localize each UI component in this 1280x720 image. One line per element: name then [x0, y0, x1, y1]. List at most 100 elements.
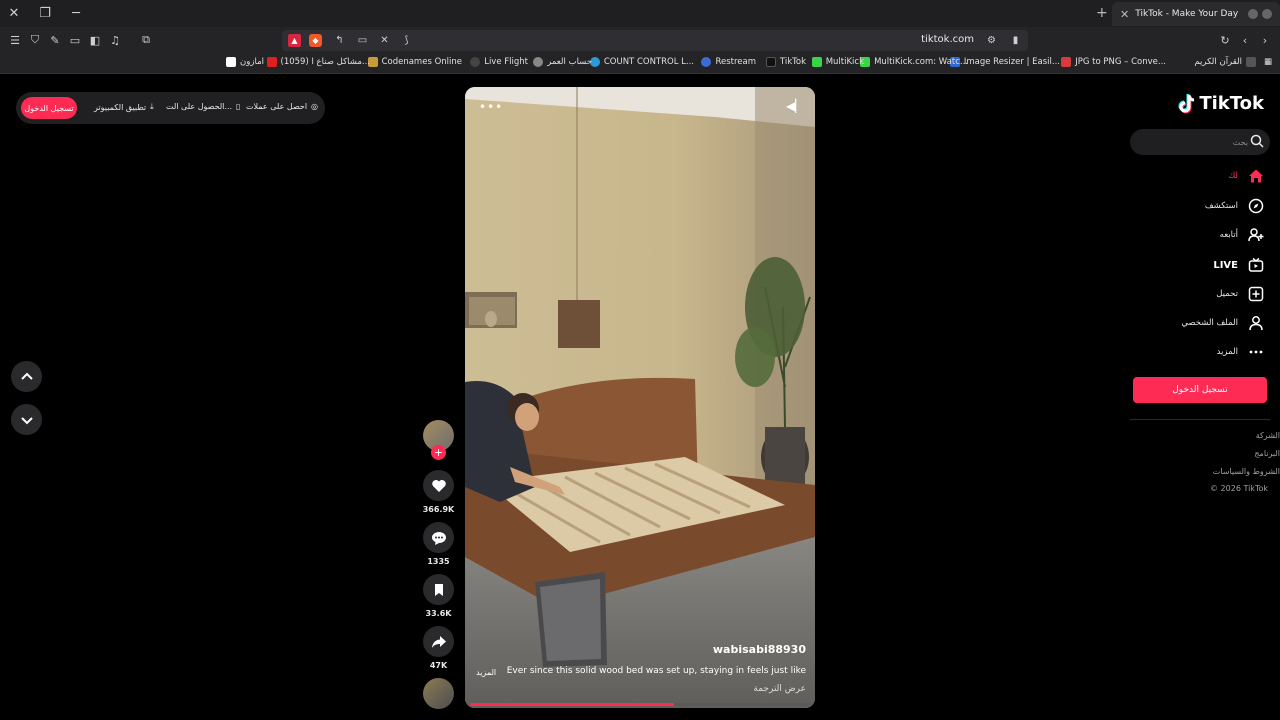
- bookmark-age-calc[interactable]: حساب العمر: [533, 57, 592, 67]
- restream-icon: [701, 57, 712, 67]
- desktop-app-link[interactable]: تطبيق الكمبيوتر ⤓: [94, 102, 154, 112]
- see-translation-link[interactable]: عرض الترجمة: [753, 684, 806, 694]
- tabs-icon[interactable]: ▭: [68, 33, 82, 47]
- bookmark-count-control[interactable]: COUNT CONTROL L...: [589, 57, 694, 67]
- download-icon: ⤓: [150, 102, 154, 111]
- bookmark-youtube[interactable]: (1059) مشاكل صناع ا...: [266, 57, 370, 67]
- volume-icon[interactable]: ◀▏: [786, 99, 804, 113]
- bookmark-label: TikTok: [779, 57, 806, 67]
- profile-icon: [1249, 316, 1263, 331]
- comment-icon: [431, 531, 446, 545]
- browser-titlebar: ✕ ❐ ─ + ✕ TikTok - Make Your Day: [0, 0, 1280, 27]
- comment-button[interactable]: [423, 522, 454, 553]
- sidebar-icon[interactable]: ◧: [88, 33, 102, 47]
- bookmark-codenames[interactable]: Codenames Online: [367, 57, 462, 67]
- nav-label: تحميل: [1216, 289, 1238, 299]
- upload-plus-icon: [1248, 286, 1264, 302]
- sound-disc-avatar[interactable]: [423, 678, 454, 709]
- translate-icon[interactable]: ⟆: [400, 34, 413, 47]
- bookmark-live-flight[interactable]: Live Flight: [470, 57, 528, 67]
- extension-icon[interactable]: ✕: [378, 34, 391, 47]
- nav-upload[interactable]: تحميل: [1216, 284, 1264, 304]
- tab-status-icons: [1248, 9, 1272, 19]
- footer-program-link[interactable]: البرنامج: [1254, 449, 1280, 458]
- video-frame: [465, 87, 815, 708]
- save-action[interactable]: 33.6K: [423, 574, 454, 618]
- nav-more[interactable]: المزيد: [1217, 342, 1264, 362]
- bookmark-multikick-watch[interactable]: MultiKick.com: Watc...: [860, 57, 968, 67]
- heart-icon: [431, 479, 446, 492]
- video-options-icon[interactable]: •••: [479, 100, 503, 114]
- video-author[interactable]: wabisabi88930: [713, 643, 806, 656]
- caption-more-link[interactable]: المزيد: [476, 668, 496, 677]
- get-coins-link[interactable]: احصل على عملات ◎: [246, 102, 318, 111]
- restore-window-icon[interactable]: ❐: [35, 4, 55, 22]
- next-video-button[interactable]: [11, 404, 42, 435]
- bookmarks-menu-icon[interactable]: ▦: [1264, 57, 1272, 67]
- browser-tab[interactable]: ✕ TikTok - Make Your Day: [1112, 2, 1280, 26]
- site-settings-icon[interactable]: ⚙: [985, 34, 998, 47]
- amazon-icon: [226, 57, 237, 67]
- phone-icon: ▯: [236, 102, 241, 111]
- new-tab-icon[interactable]: +: [1096, 5, 1108, 21]
- forward-icon[interactable]: ›: [1258, 33, 1272, 47]
- bookmark-tiktok[interactable]: TikTok: [765, 57, 806, 67]
- nav-profile[interactable]: الملف الشخصي: [1181, 313, 1264, 333]
- comment-action[interactable]: 1335: [423, 522, 454, 566]
- like-action[interactable]: 366.9K: [423, 470, 454, 514]
- share-button[interactable]: [423, 626, 454, 657]
- tab-close-icon[interactable]: ✕: [1120, 8, 1129, 21]
- bookmark-jpg-to-png[interactable]: JPG to PNG – Conve...: [1061, 57, 1166, 67]
- search-box[interactable]: [1130, 129, 1270, 155]
- search-input[interactable]: [1138, 133, 1248, 151]
- like-button[interactable]: [423, 470, 454, 501]
- footer-company-link[interactable]: الشركة: [1256, 431, 1280, 440]
- back-icon[interactable]: ‹: [1238, 33, 1252, 47]
- get-app-link[interactable]: الحصول على الت... ▯: [166, 102, 240, 111]
- nav-explore[interactable]: استكشف: [1205, 196, 1264, 216]
- live-tv-icon: [1248, 257, 1264, 272]
- bookmark-amazon[interactable]: امازون: [226, 57, 264, 67]
- nav-following[interactable]: أتابعه: [1220, 225, 1264, 245]
- nav-live[interactable]: LIVE: [1213, 255, 1264, 275]
- pin-icon[interactable]: ✎: [48, 33, 62, 47]
- previous-video-button[interactable]: [11, 361, 42, 392]
- reload-icon[interactable]: ↻: [1218, 33, 1232, 47]
- url-text[interactable]: tiktok.com: [921, 34, 974, 45]
- globe-icon: [1246, 57, 1256, 67]
- footer-terms-link[interactable]: الشروط والسياسات: [1213, 467, 1280, 476]
- chevron-down-icon: [20, 416, 33, 424]
- comment-count: 1335: [427, 557, 450, 566]
- nav-label: أتابعه: [1219, 230, 1238, 240]
- bookmark-icon[interactable]: ▮: [1009, 34, 1022, 47]
- video-player[interactable]: [465, 87, 815, 708]
- brave-shield-icon[interactable]: ◆: [309, 34, 322, 47]
- minimize-window-icon[interactable]: ─: [66, 4, 86, 22]
- vpn-icon[interactable]: ▲: [288, 34, 301, 47]
- follow-plus-icon[interactable]: +: [431, 445, 446, 460]
- share-icon[interactable]: ↰: [333, 34, 346, 47]
- bookmark-multikick[interactable]: MultiKick: [811, 57, 864, 67]
- get-coins-label: احصل على عملات: [246, 102, 308, 111]
- cast-icon[interactable]: ▭: [356, 34, 369, 47]
- nav-label: استكشف: [1204, 201, 1238, 211]
- share-action[interactable]: 47K: [423, 626, 454, 670]
- tiktok-logo[interactable]: TikTok: [1178, 93, 1264, 114]
- nav-for-you[interactable]: لك: [1228, 166, 1264, 186]
- menu-icon[interactable]: ☰: [8, 33, 22, 47]
- shield-icon[interactable]: ⛉: [28, 33, 42, 47]
- top-login-button[interactable]: تسجيل الدخول: [21, 97, 77, 119]
- bookmark-restream[interactable]: Restream: [701, 57, 756, 67]
- video-progress-bar[interactable]: [470, 703, 810, 706]
- search-icon[interactable]: [1250, 134, 1264, 148]
- close-window-icon[interactable]: ✕: [4, 4, 24, 22]
- tiktok-icon: [765, 57, 776, 67]
- bookmark-quran[interactable]: القرآن الكريم: [1194, 57, 1256, 67]
- screenshot-icon[interactable]: ⧉: [139, 33, 153, 47]
- address-bar[interactable]: ▲ ◆ ↰ ▭ ✕ ⟆ tiktok.com ⚙ ▮: [282, 30, 1028, 51]
- save-button[interactable]: [423, 574, 454, 605]
- music-icon[interactable]: ♫: [108, 33, 122, 47]
- sidebar-login-button[interactable]: تسجيل الدخول: [1133, 377, 1267, 403]
- jpg-png-icon: [1061, 57, 1072, 67]
- bookmark-label: Live Flight: [484, 57, 528, 67]
